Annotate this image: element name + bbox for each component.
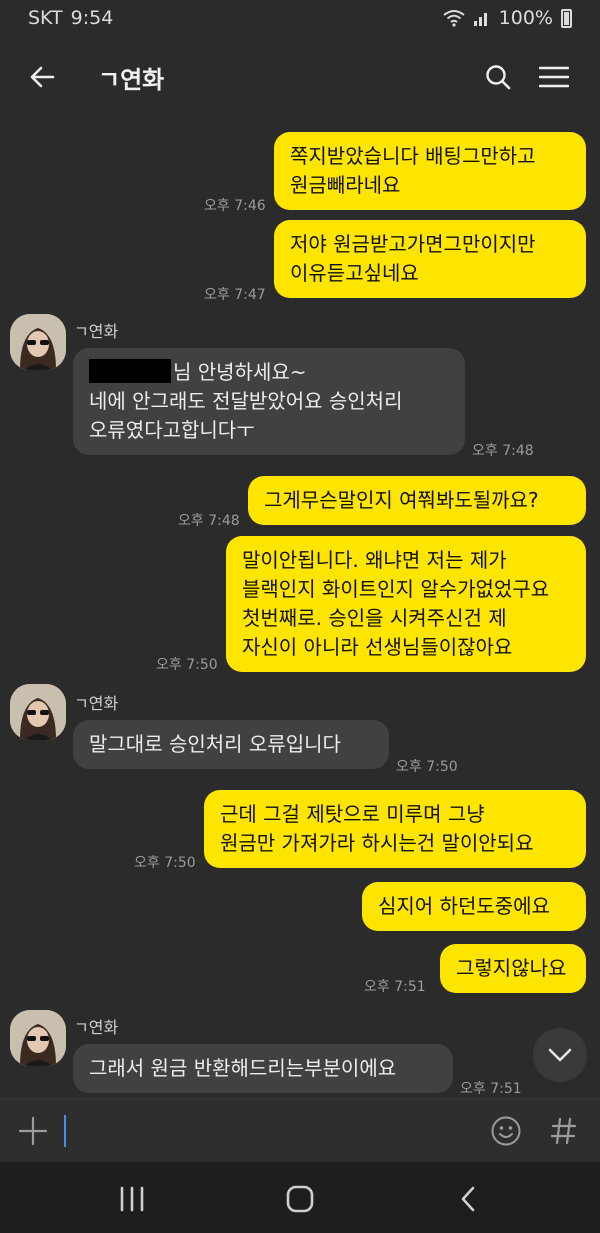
battery-icon	[561, 8, 572, 28]
sender-avatar[interactable]	[10, 314, 66, 370]
sender-name: ㄱ연화	[74, 322, 119, 341]
search-button[interactable]	[476, 55, 520, 99]
message-time: 오후 7:50	[396, 759, 458, 775]
my-message-bubble[interactable]: 근데 그걸 제탓으로 미루며 그냥 원금만 가져가라 하시는건 말이안되요	[204, 790, 586, 868]
message-time: 오후 7:48	[178, 513, 240, 529]
my-message-bubble[interactable]: 그렇지않나요	[440, 944, 586, 993]
message-time: 오후 7:51	[364, 979, 426, 995]
back-nav-icon[interactable]	[458, 1185, 478, 1213]
home-icon[interactable]	[285, 1184, 315, 1214]
chat-title: ㄱ연화	[98, 65, 165, 94]
my-message-bubble[interactable]: 저야 원금받고가면그만이지만 이유듣고싶네요	[274, 220, 586, 298]
emoji-icon[interactable]	[490, 1115, 522, 1147]
signal-icon	[473, 13, 487, 26]
profile-photo-icon	[10, 684, 66, 740]
sender-name: ㄱ연화	[74, 1018, 119, 1037]
menu-button[interactable]	[532, 55, 576, 99]
app-bar: ㄱ연화	[0, 36, 600, 118]
message-time: 오후 7:50	[156, 657, 218, 673]
message-time: 오후 7:48	[472, 443, 534, 459]
search-icon	[486, 65, 511, 90]
chevron-down-icon	[548, 1048, 572, 1062]
back-arrow-icon	[30, 66, 55, 88]
greeting-text: 님 안녕하세요~	[173, 360, 307, 384]
my-message-bubble[interactable]: 쪽지받았습니다 배팅그만하고 원금빼라네요	[274, 132, 586, 210]
profile-photo-icon	[10, 1010, 66, 1066]
system-navigation-bar	[0, 1162, 600, 1233]
their-message-bubble[interactable]: 님 안녕하세요~ 네에 안그래도 전달받았어요 승인처리 오류였다고합니다ㅜ	[73, 348, 465, 455]
profile-photo-icon	[10, 314, 66, 370]
my-message-bubble[interactable]: 말이안됩니다. 왜냐면 저는 제가 블랙인지 화이트인지 알수가없었구요 첫번째…	[226, 536, 586, 672]
sender-name: ㄱ연화	[74, 694, 119, 713]
text-cursor	[64, 1115, 66, 1147]
their-message-bubble[interactable]: 그래서 원금 반환해드리는부분이에요	[73, 1044, 453, 1093]
carrier-label: SKT	[28, 7, 63, 29]
message-input[interactable]	[62, 1113, 462, 1149]
my-message-bubble[interactable]: 심지어 하던도중에요	[362, 882, 586, 931]
message-time: 오후 7:51	[460, 1081, 522, 1097]
their-message-bubble[interactable]: 말그대로 승인처리 오류입니다	[73, 720, 389, 769]
menu-icon	[539, 66, 569, 88]
redacted-name	[89, 359, 171, 383]
sender-avatar[interactable]	[10, 1010, 66, 1066]
message-time: 오후 7:46	[204, 198, 266, 214]
message-input-bar	[0, 1098, 600, 1162]
message-list[interactable]: 쪽지받았습니다 배팅그만하고 원금빼라네요 오후 7:46 저야 원금받고가면그…	[0, 118, 600, 1098]
wifi-icon	[443, 10, 465, 27]
clock: 9:54	[70, 7, 114, 29]
message-text: 네에 안그래도 전달받았어요 승인처리 오류였다고합니다ㅜ	[89, 389, 403, 442]
scroll-to-bottom-button[interactable]	[533, 1028, 587, 1082]
sender-avatar[interactable]	[10, 684, 66, 740]
back-button[interactable]	[24, 59, 60, 95]
message-time: 오후 7:50	[134, 855, 196, 871]
message-time: 오후 7:47	[204, 287, 266, 303]
my-message-bubble[interactable]: 그게무슨말인지 여쭤봐도될까요?	[248, 476, 586, 525]
status-bar: SKT 9:54 100%	[0, 0, 600, 36]
battery-percent: 100%	[498, 7, 553, 29]
recent-apps-icon[interactable]	[118, 1186, 146, 1212]
plus-icon[interactable]	[18, 1116, 48, 1146]
hashtag-icon[interactable]	[551, 1117, 577, 1145]
